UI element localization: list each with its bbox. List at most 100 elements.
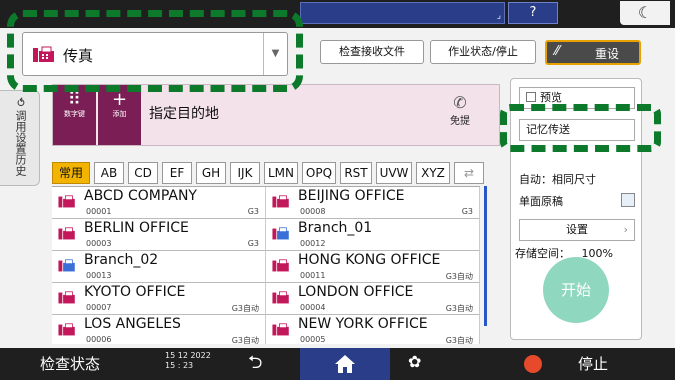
entry-type: G3自动	[231, 336, 259, 344]
highlight-outline-mode	[7, 10, 303, 92]
fax-icon	[272, 291, 289, 304]
history-icon: ⟲	[14, 97, 27, 107]
destination-area: ⠿ 数字键 + 添加 指定目的地 ✆ 免提	[52, 84, 500, 146]
handsfree-label: 免提	[450, 116, 470, 127]
entry-type: G3	[461, 207, 473, 216]
storage-label: 存储空间：	[515, 247, 570, 260]
entry-type: G3自动	[445, 272, 473, 281]
start-button[interactable]: 开始	[543, 257, 609, 323]
list-item[interactable]: NEW YORK OFFICE 00005 G3自动	[266, 315, 480, 344]
single-sided-label: 单面原稿	[519, 195, 563, 208]
list-item[interactable]: ABCD COMPANY 00001 G3	[52, 187, 266, 219]
entry-number: 00007	[86, 303, 112, 312]
stop-icon[interactable]	[524, 355, 542, 373]
settings-label: 设置	[566, 223, 588, 236]
list-item[interactable]: Branch_02 00013	[52, 251, 266, 283]
tab-opq[interactable]: OPQ	[302, 162, 336, 184]
entry-number: 00006	[86, 335, 112, 344]
tab-uvw[interactable]: UVW	[376, 162, 412, 184]
entry-type: G3自动	[231, 304, 259, 313]
help-button[interactable]: ?	[508, 2, 558, 24]
list-item[interactable]: LOS ANGELES 00006 G3自动	[52, 315, 266, 344]
entry-name: Branch_01	[298, 220, 373, 236]
entry-name: NEW YORK OFFICE	[298, 316, 428, 332]
gear-icon[interactable]: ✿	[408, 352, 421, 371]
tab-gh[interactable]: GH	[196, 162, 226, 184]
recall-settings-history-tab[interactable]: ⟲ 调用设置历史	[0, 90, 40, 186]
entry-type: G3	[247, 207, 259, 216]
handsfree-button[interactable]: ✆ 免提	[435, 93, 485, 127]
address-list: ABCD COMPANY 00001 G3 BEIJING OFFICE 000…	[52, 186, 480, 344]
history-label: 调用设置历史	[14, 109, 27, 176]
reset-button[interactable]: ⁄⁄ 重设	[545, 40, 641, 65]
moon-icon[interactable]: ☾	[620, 1, 670, 25]
fax-icon	[58, 227, 75, 240]
swap-order-icon[interactable]: ⇄	[454, 162, 484, 184]
phone-icon: ✆	[453, 93, 467, 112]
auto-same-size-label[interactable]: 自动：相同尺寸	[519, 171, 596, 187]
tab-frequent[interactable]: 常用	[52, 162, 90, 184]
entry-number: 00011	[300, 271, 326, 280]
entry-number: 00005	[300, 335, 326, 344]
single-sided-original[interactable]: 单面原稿	[519, 193, 635, 209]
tab-cd[interactable]: CD	[128, 162, 158, 184]
address-index-tabs: 常用 AB CD EF GH IJK LMN OPQ RST UVW XYZ ⇄	[52, 162, 502, 184]
fax-icon	[272, 259, 289, 272]
list-item[interactable]: BEIJING OFFICE 00008 G3	[266, 187, 480, 219]
highlight-outline-memory	[500, 104, 661, 152]
entry-name: HONG KONG OFFICE	[298, 252, 441, 268]
fax-icon	[58, 291, 75, 304]
fax-icon	[58, 323, 75, 336]
job-status-button[interactable]: 作业状态/停止	[430, 40, 536, 64]
tab-lmn[interactable]: LMN	[264, 162, 298, 184]
home-icon	[335, 355, 355, 373]
group-fax-icon	[272, 227, 289, 240]
list-item[interactable]: LONDON OFFICE 00004 G3自动	[266, 283, 480, 315]
history-tab-label: ⟲ 调用设置历史	[12, 97, 28, 176]
specify-destination-label[interactable]: 指定目的地	[149, 103, 219, 123]
tab-xyz[interactable]: XYZ	[416, 162, 450, 184]
add-destination-button[interactable]: + 添加	[98, 85, 141, 145]
time-text: 15 : 23	[165, 361, 194, 370]
list-item[interactable]: HONG KONG OFFICE 00011 G3自动	[266, 251, 480, 283]
reset-icon: ⁄⁄	[555, 44, 560, 59]
preview-label: 预览	[540, 91, 562, 104]
add-label: 添加	[112, 110, 127, 118]
list-item[interactable]: KYOTO OFFICE 00007 G3自动	[52, 283, 266, 315]
single-sided-icon	[621, 193, 635, 207]
numeric-keypad-button[interactable]: ⠿ 数字键	[53, 85, 96, 145]
entry-name: LOS ANGELES	[84, 316, 181, 332]
check-received-files-button[interactable]: 检查接收文件	[320, 40, 424, 64]
back-icon[interactable]: ⮌	[248, 350, 262, 380]
fax-icon	[58, 195, 75, 208]
stop-button[interactable]: 停止	[578, 353, 608, 374]
home-button[interactable]	[300, 348, 390, 380]
entry-number: 00013	[86, 271, 112, 280]
add-icon: +	[111, 89, 128, 110]
settings-button[interactable]: 设置 ›	[519, 219, 635, 241]
list-scrollbar[interactable]	[484, 186, 487, 326]
entry-name: BEIJING OFFICE	[298, 188, 405, 204]
tab-ijk[interactable]: IJK	[230, 162, 260, 184]
date-text: 15 12 2022	[165, 351, 211, 360]
list-item[interactable]: BERLIN OFFICE 00003 G3	[52, 219, 266, 251]
status-area: ⌟	[300, 2, 505, 24]
group-fax-icon	[58, 259, 75, 272]
entry-type: G3	[247, 239, 259, 248]
tab-ef[interactable]: EF	[162, 162, 192, 184]
fax-icon	[272, 195, 289, 208]
chevron-right-icon: ›	[623, 223, 628, 236]
fax-icon	[272, 323, 289, 336]
status-corner-glyph: ⌟	[496, 11, 501, 21]
tab-ab[interactable]: AB	[94, 162, 124, 184]
entry-name: KYOTO OFFICE	[84, 284, 186, 300]
entry-type: G3自动	[445, 304, 473, 313]
entry-name: LONDON OFFICE	[298, 284, 414, 300]
date-time: 15 12 2022 15 : 23	[165, 351, 211, 371]
list-item[interactable]: Branch_01 00012	[266, 219, 480, 251]
check-status-button[interactable]: 检查状态	[40, 353, 100, 374]
entry-number: 00001	[86, 207, 112, 216]
tab-rst[interactable]: RST	[340, 162, 372, 184]
entry-number: 00004	[300, 303, 326, 312]
entry-name: ABCD COMPANY	[84, 188, 197, 204]
